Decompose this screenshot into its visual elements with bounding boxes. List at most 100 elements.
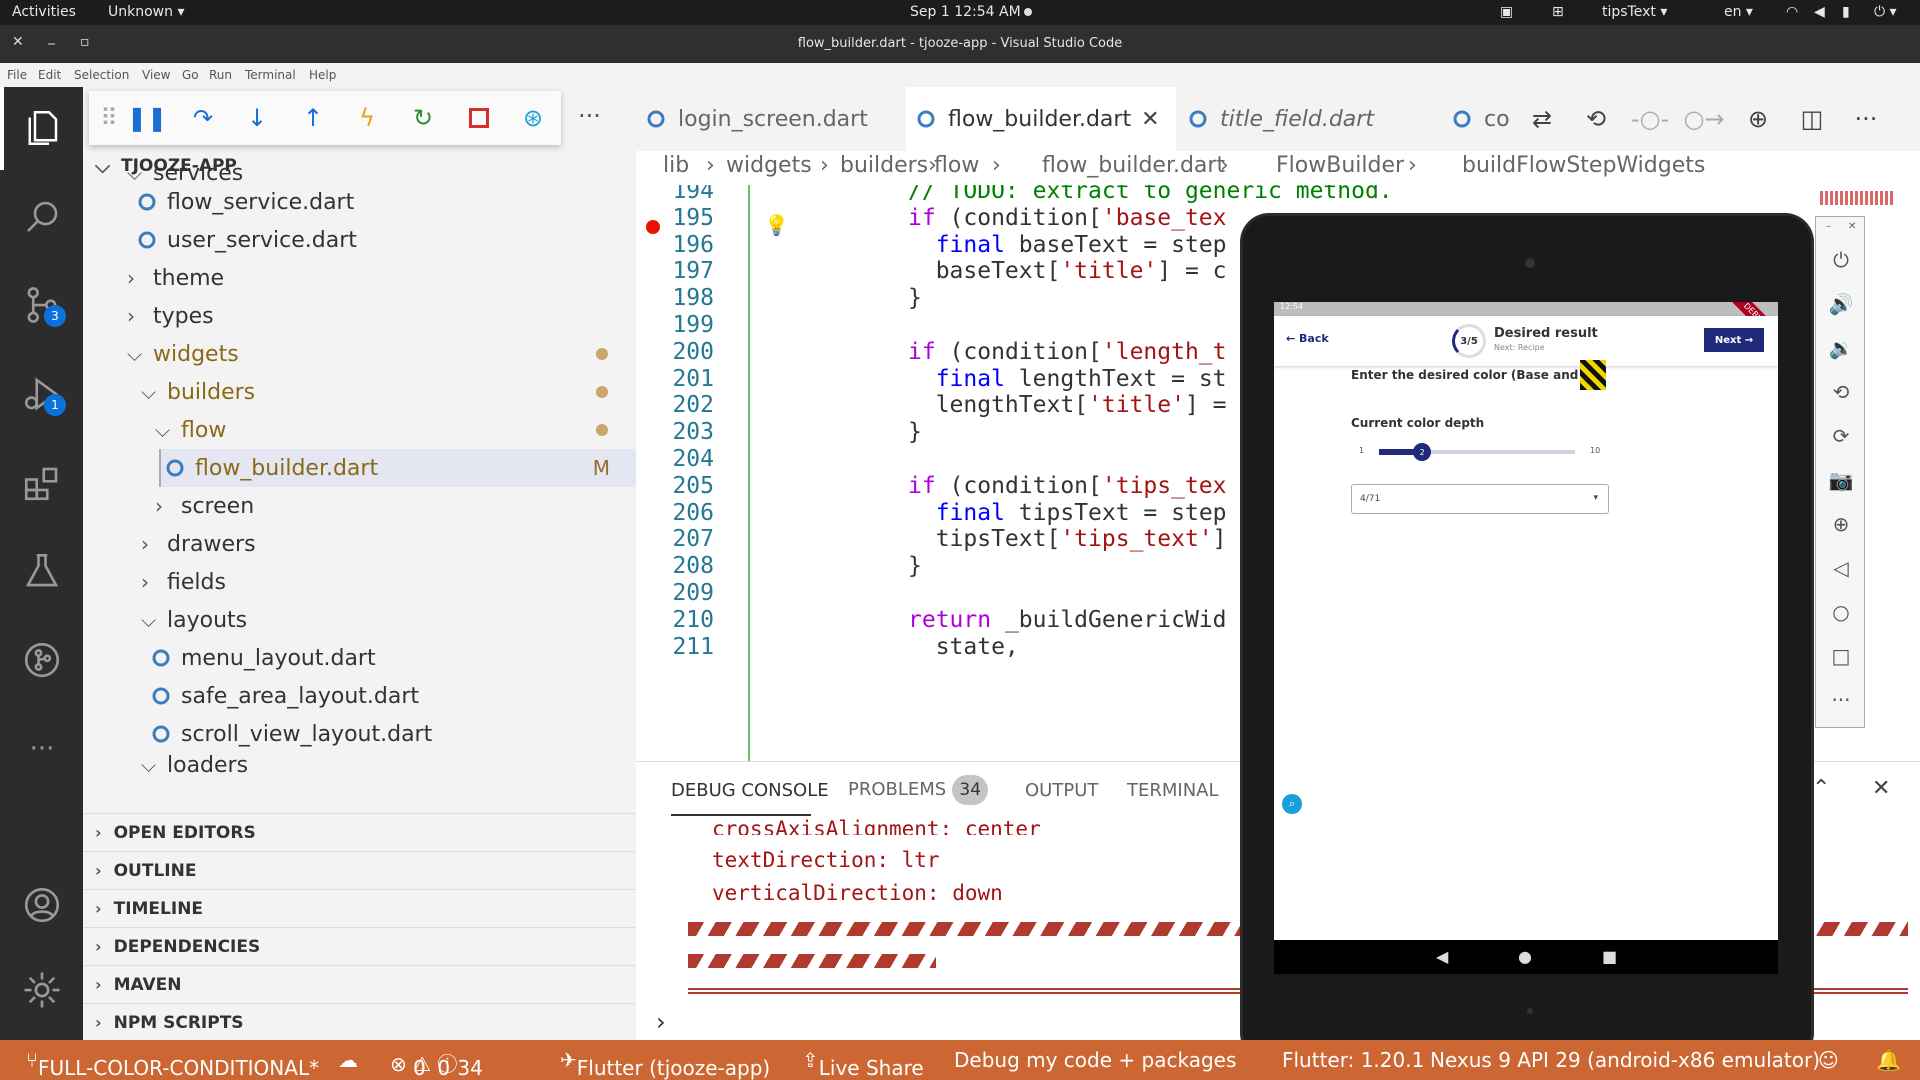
screen-icon[interactable]: ▣ bbox=[1500, 4, 1513, 20]
wifi-icon[interactable]: ◠ bbox=[1786, 4, 1798, 20]
tab-terminal[interactable]: TERMINAL bbox=[1127, 780, 1219, 801]
section-npm-scripts[interactable]: › NPM SCRIPTS bbox=[83, 1003, 636, 1041]
activities-button[interactable]: Activities bbox=[12, 4, 76, 20]
tree-file-menu-layout[interactable]: menu_layout.dart bbox=[83, 639, 636, 677]
menu-terminal[interactable]: Terminal bbox=[245, 68, 296, 82]
sync-icon[interactable]: ☁ bbox=[338, 1048, 358, 1072]
overview-icon[interactable]: □ bbox=[1826, 641, 1856, 671]
git-graph-icon[interactable] bbox=[18, 636, 66, 684]
menu-edit[interactable]: Edit bbox=[38, 68, 61, 82]
restart-icon[interactable]: ↻ bbox=[407, 102, 439, 134]
menu-go[interactable]: Go bbox=[182, 68, 199, 82]
tree-folder-drawers[interactable]: › drawers bbox=[83, 525, 636, 563]
more-actions-icon[interactable]: ··· bbox=[578, 102, 601, 130]
home-icon[interactable]: ○ bbox=[1826, 597, 1856, 627]
open-changes-icon[interactable]: ⇄ bbox=[1526, 103, 1558, 135]
tips-menu[interactable]: tipsText ▾ bbox=[1602, 4, 1667, 20]
section-outline[interactable]: › OUTLINE bbox=[83, 851, 636, 889]
menu-selection[interactable]: Selection bbox=[74, 68, 129, 82]
nav-back-icon[interactable]: ◀ bbox=[1436, 947, 1448, 966]
nav-recents-icon[interactable]: ■ bbox=[1602, 947, 1617, 966]
tree-file-safe-area-layout[interactable]: safe_area_layout.dart bbox=[83, 677, 636, 715]
device-selector[interactable]: Nexus 9 API 29 (android-x86 emulator) bbox=[1430, 1048, 1820, 1072]
zoom-icon[interactable]: ⊕ bbox=[1826, 509, 1856, 539]
live-share-button[interactable]: ⇪ Live Share bbox=[802, 1048, 924, 1080]
tree-folder-layouts[interactable]: ⌵ layouts bbox=[83, 601, 636, 639]
step-into-icon[interactable]: ↓ bbox=[241, 102, 273, 134]
flutter-version[interactable]: Flutter: 1.20.1 bbox=[1282, 1048, 1424, 1072]
debug-mode[interactable]: Debug my code + packages bbox=[954, 1048, 1236, 1072]
tree-folder-builders[interactable]: ⌵ builders bbox=[83, 373, 636, 411]
volume-icon[interactable]: ◀ bbox=[1814, 4, 1825, 20]
volume-up-icon[interactable]: 🔊 bbox=[1826, 289, 1856, 319]
crumb-class[interactable]: FlowBuilder bbox=[1276, 153, 1404, 178]
close-tab-icon[interactable]: ✕ bbox=[1141, 107, 1159, 132]
screenshot-camera-icon[interactable]: 📷 bbox=[1826, 465, 1856, 495]
explorer-icon[interactable] bbox=[18, 104, 66, 152]
close-panel-icon[interactable]: ✕ bbox=[1872, 776, 1890, 801]
slider-thumb[interactable]: 2 bbox=[1413, 443, 1432, 461]
tab-flow-builder[interactable]: flow_builder.dart ✕ bbox=[906, 87, 1176, 151]
tree-folder-types[interactable]: › types bbox=[83, 297, 636, 335]
flutter-project[interactable]: ✈ Flutter (tjooze-app) bbox=[560, 1048, 770, 1080]
crumb-lib[interactable]: lib bbox=[663, 153, 689, 178]
battery-icon[interactable]: ▮ bbox=[1842, 4, 1850, 20]
tree-file-flow-service[interactable]: flow_service.dart bbox=[83, 183, 636, 221]
timeline-icon[interactable]: ⊕ bbox=[1742, 103, 1774, 135]
feedback-icon[interactable]: ☺ bbox=[1818, 1048, 1839, 1072]
menu-file[interactable]: File bbox=[7, 68, 27, 82]
rotate-right-icon[interactable]: ⟳ bbox=[1826, 421, 1856, 451]
emulator-close-icon[interactable]: ✕ bbox=[1848, 221, 1856, 232]
tab-title-field[interactable]: title_field.dart bbox=[1178, 87, 1440, 151]
grid-icon[interactable]: ⊞ bbox=[1552, 4, 1564, 20]
maximize-panel-icon[interactable]: ⌃ bbox=[1812, 776, 1830, 801]
language-menu[interactable]: en ▾ bbox=[1724, 4, 1753, 20]
go-back-icon[interactable]: ⟲ bbox=[1580, 103, 1612, 135]
flutter-inspector-icon[interactable]: ⊛ bbox=[517, 102, 549, 134]
section-timeline[interactable]: › TIMELINE bbox=[83, 889, 636, 927]
tree-folder-fields[interactable]: › fields bbox=[83, 563, 636, 601]
run-debug-icon[interactable]: 1 bbox=[18, 370, 66, 418]
back-button[interactable]: ← Back bbox=[1286, 332, 1329, 345]
step-over-icon[interactable]: ↷ bbox=[187, 102, 219, 134]
emulator-minimize-icon[interactable]: – bbox=[1826, 221, 1831, 232]
pause-icon[interactable]: ❚❚ bbox=[127, 102, 167, 134]
section-dependencies[interactable]: › DEPENDENCIES bbox=[83, 927, 636, 965]
next-change-icon[interactable]: ○→ bbox=[1683, 103, 1724, 135]
stop-icon[interactable] bbox=[463, 102, 495, 134]
tree-folder-loaders[interactable]: ⌵ loaders bbox=[83, 753, 636, 777]
notifications-bell-icon[interactable]: 🔔 bbox=[1876, 1048, 1901, 1072]
tree-file-user-service[interactable]: user_service.dart bbox=[83, 221, 636, 259]
source-control-icon[interactable]: 3 bbox=[18, 281, 66, 329]
tab-truncated[interactable]: co bbox=[1442, 87, 1512, 151]
menu-run[interactable]: Run bbox=[209, 68, 232, 82]
back-icon[interactable]: ◁ bbox=[1826, 553, 1856, 583]
problems-indicator[interactable]: ⊗ 0 ⚠ 0 ⓘ 34 bbox=[390, 1048, 483, 1080]
crumb-builders[interactable]: builders bbox=[840, 153, 928, 178]
clock[interactable]: Sep 1 12:54 AM bbox=[910, 4, 1021, 20]
testing-flask-icon[interactable] bbox=[18, 547, 66, 595]
section-maven[interactable]: › MAVEN bbox=[83, 965, 636, 1003]
tree-file-scroll-view-layout[interactable]: scroll_view_layout.dart bbox=[83, 715, 636, 753]
previous-change-icon[interactable]: -○- bbox=[1631, 103, 1669, 135]
volume-down-icon[interactable]: 🔉 bbox=[1826, 333, 1856, 363]
drag-handle-icon[interactable]: ⠿ bbox=[93, 102, 125, 134]
split-editor-icon[interactable]: ◫ bbox=[1796, 103, 1828, 135]
menu-help[interactable]: Help bbox=[309, 68, 336, 82]
console-prompt-icon[interactable]: › bbox=[656, 1008, 666, 1036]
tab-output[interactable]: OUTPUT bbox=[1025, 780, 1098, 801]
power-icon[interactable]: ⏻ bbox=[1826, 245, 1856, 275]
step-out-icon[interactable]: ↑ bbox=[297, 102, 329, 134]
emulator-screen[interactable]: 12:54 DEBUG ← Back 3/5 Desired result Ne… bbox=[1274, 302, 1778, 940]
tree-folder-theme[interactable]: › theme bbox=[83, 259, 636, 297]
next-button[interactable]: Next → bbox=[1704, 328, 1764, 352]
color-select[interactable]: 4/71 ▾ bbox=[1351, 484, 1609, 514]
app-menu[interactable]: Unknown ▾ bbox=[108, 4, 184, 20]
nav-home-icon[interactable]: ● bbox=[1518, 947, 1532, 966]
editor-more-icon[interactable]: ··· bbox=[1850, 103, 1882, 135]
hot-reload-icon[interactable]: ϟ bbox=[351, 102, 383, 134]
power-menu-icon[interactable]: ⏻ ▾ bbox=[1874, 4, 1897, 20]
extensions-icon[interactable] bbox=[18, 459, 66, 507]
crumb-method[interactable]: buildFlowStepWidgets bbox=[1462, 153, 1705, 178]
branch-indicator[interactable]: ⑂ FULL-COLOR-CONDITIONAL* bbox=[26, 1048, 319, 1080]
